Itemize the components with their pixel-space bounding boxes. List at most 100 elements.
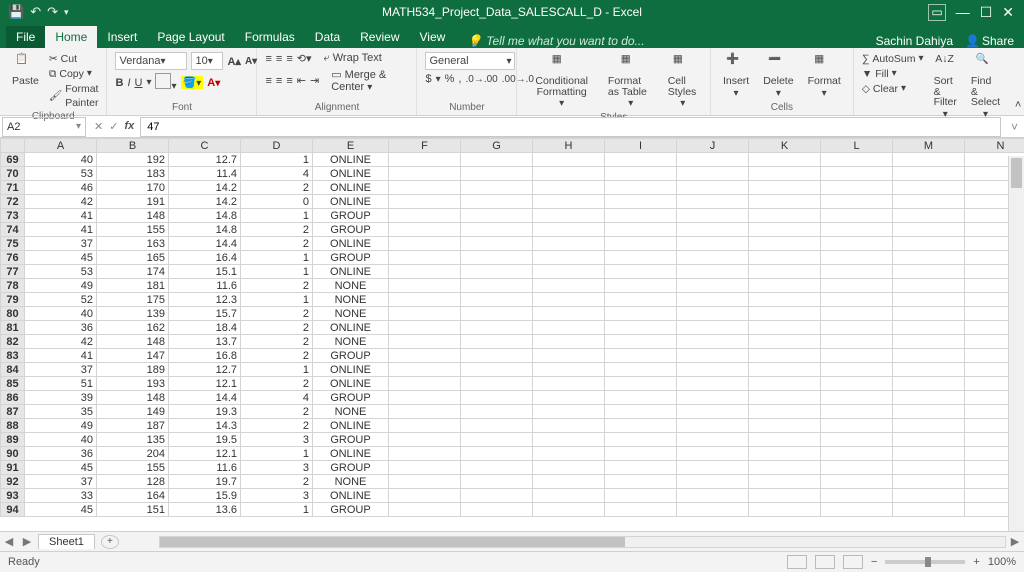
cell[interactable]: 39 (25, 391, 97, 405)
cell[interactable] (389, 419, 461, 433)
cell[interactable] (749, 363, 821, 377)
row-header[interactable]: 73 (1, 209, 25, 223)
cell[interactable] (461, 181, 533, 195)
cell[interactable] (893, 503, 965, 517)
tab-file[interactable]: File (6, 26, 45, 48)
percent-button[interactable]: % (445, 73, 455, 85)
cell[interactable]: ONLINE (313, 321, 389, 335)
cell[interactable] (461, 279, 533, 293)
cell[interactable] (605, 447, 677, 461)
fill-color-button[interactable]: 🪣▾ (181, 76, 204, 89)
tab-review[interactable]: Review (350, 26, 409, 48)
cell[interactable]: 53 (25, 265, 97, 279)
cell[interactable] (461, 447, 533, 461)
cell[interactable] (389, 475, 461, 489)
cell[interactable] (821, 447, 893, 461)
cell[interactable] (749, 293, 821, 307)
cell[interactable]: 15.7 (169, 307, 241, 321)
cell[interactable]: 12.1 (169, 447, 241, 461)
sort-filter-button[interactable]: A↓Z Sort & Filter▾ (930, 52, 961, 122)
cell[interactable]: ONLINE (313, 489, 389, 503)
row-header[interactable]: 84 (1, 363, 25, 377)
cell[interactable] (893, 167, 965, 181)
cell[interactable] (533, 461, 605, 475)
cell[interactable] (461, 391, 533, 405)
cell[interactable] (749, 419, 821, 433)
cell[interactable] (821, 195, 893, 209)
cell[interactable] (677, 293, 749, 307)
cell[interactable] (893, 461, 965, 475)
cell[interactable]: 165 (97, 251, 169, 265)
cell[interactable] (821, 237, 893, 251)
cell[interactable] (821, 461, 893, 475)
cell[interactable] (893, 223, 965, 237)
column-header-H[interactable]: H (533, 139, 605, 153)
cell[interactable] (461, 237, 533, 251)
cell[interactable]: 2 (241, 321, 313, 335)
cell[interactable]: ONLINE (313, 153, 389, 167)
cell[interactable]: ONLINE (313, 447, 389, 461)
row-header[interactable]: 77 (1, 265, 25, 279)
cell[interactable] (893, 321, 965, 335)
cell[interactable]: 11.6 (169, 461, 241, 475)
horizontal-scrollbar[interactable] (159, 536, 1006, 548)
cell[interactable]: GROUP (313, 223, 389, 237)
cell[interactable] (893, 489, 965, 503)
cell[interactable]: 2 (241, 419, 313, 433)
row-header[interactable]: 87 (1, 405, 25, 419)
cell[interactable] (533, 363, 605, 377)
cell[interactable] (893, 251, 965, 265)
shrink-font-icon[interactable]: A▾ (245, 56, 257, 67)
cell[interactable] (821, 293, 893, 307)
cell[interactable] (677, 195, 749, 209)
cell[interactable] (677, 461, 749, 475)
cell[interactable] (605, 419, 677, 433)
cell[interactable] (461, 335, 533, 349)
page-layout-view-button[interactable] (815, 555, 835, 569)
hscroll-thumb[interactable] (160, 537, 625, 547)
cell[interactable] (605, 307, 677, 321)
cell[interactable] (821, 321, 893, 335)
qat-dropdown-icon[interactable]: ▾ (64, 7, 69, 18)
cell[interactable] (533, 167, 605, 181)
cell[interactable] (677, 209, 749, 223)
cell[interactable]: 149 (97, 405, 169, 419)
cell[interactable]: 2 (241, 405, 313, 419)
cancel-formula-icon[interactable]: ✕ (94, 120, 103, 133)
cell[interactable] (677, 377, 749, 391)
cell[interactable]: 18.4 (169, 321, 241, 335)
cell[interactable] (533, 153, 605, 167)
tab-page-layout[interactable]: Page Layout (147, 26, 234, 48)
cell[interactable]: 14.3 (169, 419, 241, 433)
cell[interactable] (677, 279, 749, 293)
cell[interactable]: 204 (97, 447, 169, 461)
cell[interactable]: 1 (241, 363, 313, 377)
cell[interactable]: 151 (97, 503, 169, 517)
column-header-C[interactable]: C (169, 139, 241, 153)
vertical-scrollbar[interactable] (1008, 156, 1024, 531)
cell[interactable]: ONLINE (313, 167, 389, 181)
cell[interactable]: 13.7 (169, 335, 241, 349)
cell[interactable] (749, 461, 821, 475)
find-select-button[interactable]: 🔍 Find & Select▾ (967, 52, 1004, 122)
italic-button[interactable]: I (127, 77, 130, 89)
cell[interactable]: 41 (25, 209, 97, 223)
cell[interactable] (605, 209, 677, 223)
autosum-button[interactable]: ∑ AutoSum ▾ (862, 52, 924, 66)
cell[interactable] (893, 307, 965, 321)
cell[interactable] (461, 307, 533, 321)
cell[interactable]: NONE (313, 307, 389, 321)
cell[interactable] (533, 503, 605, 517)
cell[interactable]: GROUP (313, 391, 389, 405)
cell[interactable] (461, 475, 533, 489)
clear-button[interactable]: ◇ Clear ▾ (862, 82, 924, 96)
cell[interactable]: 15.9 (169, 489, 241, 503)
row-header[interactable]: 76 (1, 251, 25, 265)
row-header[interactable]: 92 (1, 475, 25, 489)
cell[interactable]: 19.7 (169, 475, 241, 489)
cell[interactable] (461, 461, 533, 475)
cell[interactable]: NONE (313, 279, 389, 293)
cell[interactable] (821, 405, 893, 419)
cell[interactable]: ONLINE (313, 181, 389, 195)
cell[interactable]: GROUP (313, 209, 389, 223)
